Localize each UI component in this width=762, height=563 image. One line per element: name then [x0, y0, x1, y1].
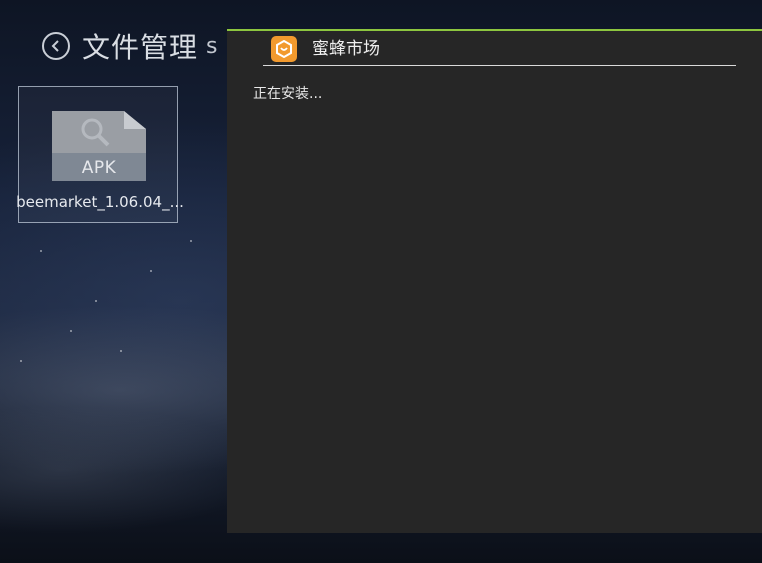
install-dialog: 蜜蜂市场 正在安装...: [227, 29, 762, 533]
install-status: 正在安装...: [253, 86, 323, 102]
header-divider: [263, 65, 736, 66]
file-type-label: APK: [81, 158, 117, 178]
screen: 文件管理 s APK beemarket_1.06.04_... 蜜蜂市场 正在…: [0, 0, 762, 563]
file-tile[interactable]: APK beemarket_1.06.04_...: [16, 86, 184, 223]
path-text: s: [206, 33, 218, 59]
dialog-header: 蜜蜂市场: [227, 31, 762, 66]
file-manager-header: 文件管理 s: [42, 28, 217, 64]
beemarket-app-icon: [271, 36, 297, 62]
page-title: 文件管理: [82, 31, 199, 64]
dialog-title: 蜜蜂市场: [312, 39, 380, 59]
back-button[interactable]: [42, 32, 70, 60]
apk-file-icon: APK: [52, 111, 146, 181]
chevron-left-icon: [51, 40, 59, 52]
file-name: beemarket_1.06.04_...: [16, 193, 184, 211]
